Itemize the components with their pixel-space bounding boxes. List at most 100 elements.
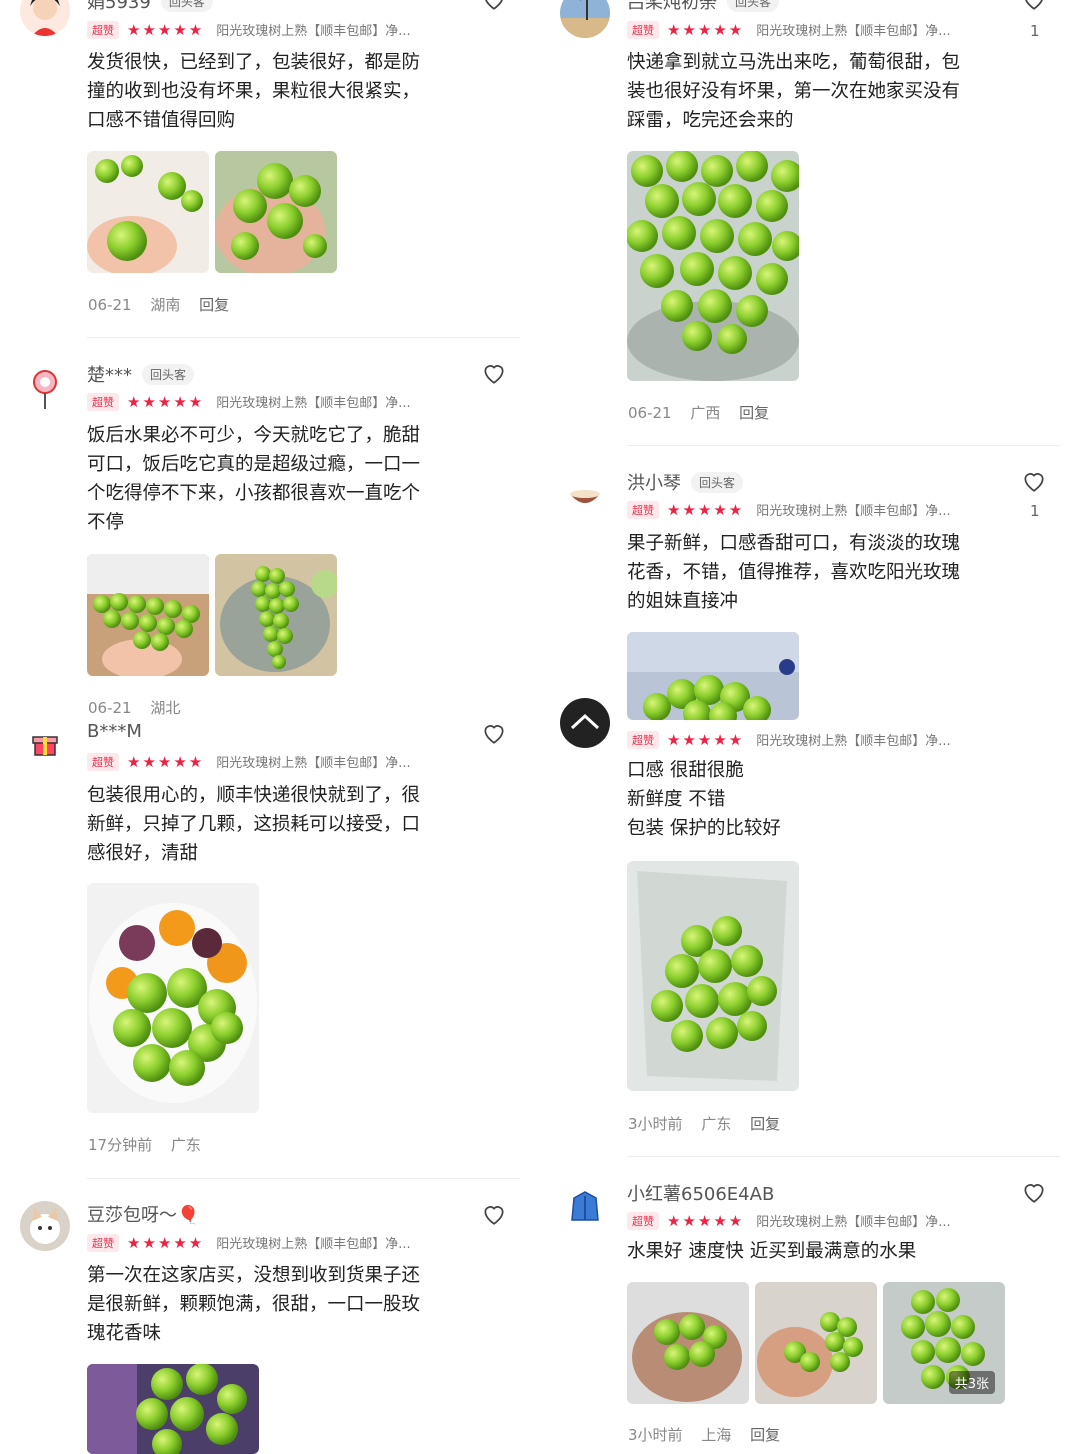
star-rating: ★★★★★ bbox=[667, 1211, 745, 1230]
avatar[interactable] bbox=[20, 1201, 70, 1251]
rating-row: 超赞 ★★★★★ 阳光玫瑰树上熟【顺丰包邮】净... bbox=[87, 1233, 411, 1252]
review-text: 包装很用心的，顺丰快递很快就到了，很新鲜，只掉了几颗，这损耗可以接受，口感很好，… bbox=[87, 785, 421, 864]
heart-icon[interactable] bbox=[1021, 0, 1047, 12]
photo-row bbox=[87, 883, 259, 1113]
divider bbox=[627, 1156, 1060, 1157]
avatar[interactable] bbox=[560, 470, 610, 520]
super-like-badge: 超赞 bbox=[627, 500, 659, 519]
heart-icon[interactable] bbox=[481, 0, 507, 12]
heart-icon[interactable] bbox=[1021, 468, 1047, 494]
returning-customer-tag: 回头客 bbox=[160, 0, 213, 12]
review-location: 广西 bbox=[690, 404, 721, 422]
username-text: 豆莎包呀～🎈 bbox=[87, 1205, 200, 1226]
product-name[interactable]: 阳光玫瑰树上熟【顺丰包邮】净... bbox=[756, 1211, 950, 1230]
reply-link[interactable]: 回复 bbox=[750, 1115, 780, 1133]
star-rating: ★★★★★ bbox=[667, 20, 745, 39]
review-text: 水果好 速度快 近买到最满意的水果 bbox=[627, 1241, 917, 1262]
super-like-badge: 超赞 bbox=[627, 1211, 659, 1230]
product-name[interactable]: 阳光玫瑰树上熟【顺丰包邮】净... bbox=[216, 392, 410, 411]
review-text: 快递拿到就立马洗出来吃，葡萄很甜，包装也很好没有坏果，第一次在她家买没有踩雷，吃… bbox=[627, 52, 961, 131]
review-meta: 3小时前 上海 回复 bbox=[628, 1424, 794, 1445]
like-count: 1 bbox=[1030, 22, 1040, 40]
photo-row: 共3张 bbox=[627, 1282, 1005, 1404]
avatar[interactable] bbox=[560, 0, 610, 38]
review-photo[interactable] bbox=[627, 1282, 749, 1404]
product-name[interactable]: 阳光玫瑰树上熟【顺丰包邮】净... bbox=[756, 500, 950, 519]
rating-row: 超赞 ★★★★★ 阳光玫瑰树上熟【顺丰包邮】净... bbox=[627, 730, 951, 749]
username[interactable]: 吕桨炖初荼 回头客 bbox=[627, 0, 780, 14]
review-photo[interactable] bbox=[87, 883, 259, 1113]
username-text: 小红薯6506E4AB bbox=[627, 1184, 775, 1205]
review-text: 饭后水果必不可少，今天就吃它了，脆甜可口，饭后吃它真的是超级过瘾，一口一个吃得停… bbox=[87, 425, 421, 533]
product-name[interactable]: 阳光玫瑰树上熟【顺丰包邮】净... bbox=[756, 730, 950, 749]
username[interactable]: 洪小琴 回头客 bbox=[627, 469, 744, 495]
reply-link[interactable]: 回复 bbox=[199, 296, 229, 314]
review-photo[interactable] bbox=[755, 1282, 877, 1404]
username[interactable]: 娟5939 回头客 bbox=[87, 0, 213, 14]
heart-icon[interactable] bbox=[481, 720, 507, 746]
heart-icon[interactable] bbox=[481, 360, 507, 386]
review-photo[interactable] bbox=[87, 151, 209, 273]
review-photo[interactable] bbox=[215, 554, 337, 676]
star-rating: ★★★★★ bbox=[127, 1233, 205, 1252]
photo-row bbox=[87, 554, 337, 676]
returning-customer-tag: 回头客 bbox=[142, 363, 195, 385]
username-text: 娟5939 bbox=[87, 0, 151, 13]
star-rating: ★★★★★ bbox=[127, 20, 205, 39]
product-name[interactable]: 阳光玫瑰树上熟【顺丰包邮】净... bbox=[216, 1233, 410, 1252]
super-like-badge: 超赞 bbox=[87, 1233, 119, 1252]
username-text: 吕桨炖初荼 bbox=[627, 0, 717, 13]
review-photo[interactable] bbox=[627, 861, 799, 1091]
review-text: 第一次在这家店买，没想到收到货果子还是很新鲜，颗颗饱满，很甜，一口一股玫瑰花香味 bbox=[87, 1265, 421, 1344]
review-line: 口感 很甜很脆 bbox=[627, 760, 744, 781]
username[interactable]: 楚*** 回头客 bbox=[87, 361, 195, 387]
rating-row: 超赞 ★★★★★ 阳光玫瑰树上熟【顺丰包邮】净... bbox=[87, 392, 411, 411]
review-location: 湖北 bbox=[150, 699, 181, 717]
reply-link[interactable]: 回复 bbox=[739, 404, 769, 422]
username[interactable]: 豆莎包呀～🎈 bbox=[87, 1201, 199, 1227]
product-name[interactable]: 阳光玫瑰树上熟【顺丰包邮】净... bbox=[756, 20, 950, 39]
product-name[interactable]: 阳光玫瑰树上熟【顺丰包邮】净... bbox=[216, 752, 410, 771]
star-rating: ★★★★★ bbox=[127, 752, 205, 771]
username-text: 洪小琴 bbox=[627, 473, 681, 494]
review-photo[interactable] bbox=[627, 151, 799, 381]
avatar[interactable] bbox=[20, 721, 70, 771]
username-text: 楚*** bbox=[87, 365, 132, 386]
divider bbox=[87, 1178, 520, 1179]
returning-customer-tag: 回头客 bbox=[727, 0, 780, 12]
review-photo[interactable] bbox=[87, 1364, 259, 1454]
review-photo[interactable] bbox=[627, 632, 799, 720]
review-meta: 06-21 广西 回复 bbox=[628, 402, 783, 423]
review-photo[interactable]: 共3张 bbox=[883, 1282, 1005, 1404]
review-photo[interactable] bbox=[215, 151, 337, 273]
review-date: 06-21 bbox=[628, 404, 672, 422]
review-line: 包装 保护的比较好 bbox=[627, 818, 781, 839]
super-like-badge: 超赞 bbox=[627, 730, 659, 749]
username[interactable]: B***M bbox=[87, 721, 142, 742]
super-like-badge: 超赞 bbox=[627, 20, 659, 39]
review-location: 广东 bbox=[170, 1136, 201, 1154]
divider bbox=[627, 445, 1060, 446]
review-location: 广东 bbox=[701, 1115, 732, 1133]
review-photo[interactable] bbox=[87, 554, 209, 676]
photo-count-badge: 共3张 bbox=[948, 1371, 995, 1394]
super-like-badge: 超赞 bbox=[87, 20, 119, 39]
review-date: 3小时前 bbox=[628, 1115, 683, 1133]
super-like-badge: 超赞 bbox=[87, 752, 119, 771]
review-meta: 3小时前 广东 回复 bbox=[628, 1113, 794, 1134]
product-name[interactable]: 阳光玫瑰树上熟【顺丰包邮】净... bbox=[216, 20, 410, 39]
heart-icon[interactable] bbox=[1021, 1179, 1047, 1205]
photo-row bbox=[87, 151, 337, 273]
review-line: 新鲜度 不错 bbox=[627, 789, 726, 810]
review-date: 06-21 bbox=[88, 296, 132, 314]
avatar[interactable] bbox=[560, 1180, 610, 1230]
reply-link[interactable]: 回复 bbox=[750, 1426, 780, 1444]
avatar[interactable] bbox=[20, 0, 70, 36]
avatar[interactable] bbox=[20, 362, 70, 412]
heart-icon[interactable] bbox=[481, 1201, 507, 1227]
review-date: 17分钟前 bbox=[88, 1136, 153, 1154]
review-text: 口感 很甜很脆 新鲜度 不错 包装 保护的比较好 bbox=[627, 756, 977, 843]
review-text: 发货很快，已经到了，包装很好，都是防撞的收到也没有坏果，果粒很大很紧实，口感不错… bbox=[87, 52, 421, 131]
username[interactable]: 小红薯6506E4AB bbox=[627, 1180, 774, 1206]
avatar[interactable] bbox=[560, 698, 610, 748]
